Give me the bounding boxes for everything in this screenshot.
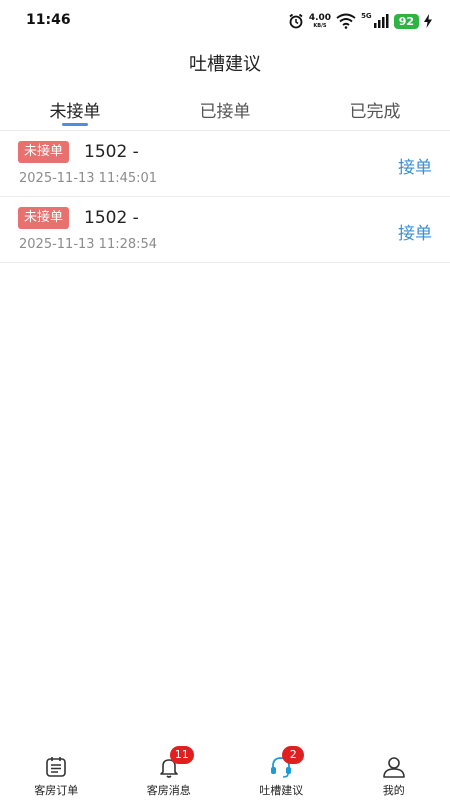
nav-mine[interactable]: 我的 [338,748,450,800]
battery-level: 92 [393,13,419,29]
room-number: 1502 - [84,208,139,228]
status-badge: 未接单 [18,207,70,229]
nav-room-messages-label: 客房消息 [146,784,191,797]
feedback-count-badge: 2 [282,746,305,764]
nav-mine-label: 我的 [382,784,405,797]
page-title: 吐槽建议 [189,54,261,75]
nav-feedback-label: 吐槽建议 [259,784,304,797]
nav-feedback[interactable]: 2 吐槽建议 [225,746,338,800]
tab-completed-label: 已完成 [349,102,401,122]
accept-order-button[interactable]: 接单 [398,153,432,178]
bottom-nav: 客房订单 11 客房消息 2 吐槽建议 我的 [0,746,450,800]
tab-completed[interactable]: 已完成 [300,88,450,130]
tab-accepted[interactable]: 已接单 [150,88,300,130]
order-list: 未接单 1502 - 2025-11-13 11:45:01 接单 未接单 15… [0,131,450,263]
wifi-icon [336,13,356,29]
screen: 11:46 4.00 KB/S 5G 92 吐槽建议 未接单 已接单 已完成 未… [0,0,450,800]
alarm-clock-icon [289,13,303,29]
status-badge: 未接单 [18,141,70,163]
list-item[interactable]: 未接单 1502 - 2025-11-13 11:28:54 接单 [0,197,450,263]
order-timestamp: 2025-11-13 11:45:01 [19,171,158,186]
status-bar: 11:46 4.00 KB/S 5G 92 [0,0,450,42]
list-item[interactable]: 未接单 1502 - 2025-11-13 11:45:01 接单 [0,131,450,197]
calendar-icon [46,757,67,777]
tab-active-indicator [62,123,88,126]
tab-accepted-label: 已接单 [199,102,251,122]
net-speed-unit: KB/S [313,22,327,29]
tab-pending-label: 未接单 [49,102,101,122]
status-indicators: 4.00 KB/S 5G 92 [288,11,432,31]
accept-order-button[interactable]: 接单 [398,219,432,244]
nav-room-orders[interactable]: 客房订单 [0,748,113,800]
notification-count-badge: 11 [169,746,194,764]
network-type: 5G [361,12,372,20]
nav-room-messages[interactable]: 11 客房消息 [113,746,226,800]
net-speed: 4.00 KB/S [308,12,332,29]
net-speed-value: 4.00 [308,12,332,23]
charging-icon [424,14,432,28]
user-icon [382,757,405,778]
status-time: 11:46 [26,12,71,28]
nav-room-orders-label: 客房订单 [34,784,79,797]
order-timestamp: 2025-11-13 11:28:54 [19,237,158,252]
tab-bar: 未接单 已接单 已完成 [0,88,450,130]
tab-pending[interactable]: 未接单 [0,88,150,130]
room-number: 1502 - [84,142,139,162]
signal-icon [373,14,389,28]
